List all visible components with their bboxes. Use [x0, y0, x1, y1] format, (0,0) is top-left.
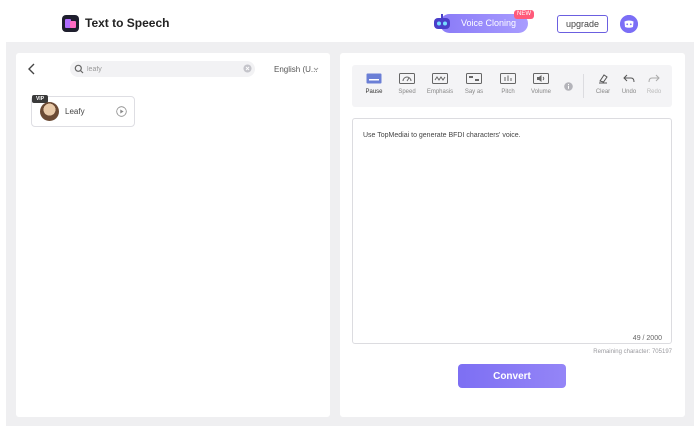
say-as-tool[interactable]: Say as [459, 73, 489, 95]
discord-icon[interactable] [620, 15, 638, 33]
app-title: Text to Speech [85, 16, 170, 30]
redo-icon [648, 74, 660, 83]
character-count: 49 / 2000 [632, 335, 662, 342]
pause-icon [366, 73, 382, 84]
emphasis-label: Emphasis [426, 89, 454, 95]
back-arrow-icon[interactable] [27, 63, 37, 75]
avatar [40, 102, 59, 121]
clear-search-icon[interactable] [243, 64, 252, 73]
remaining-characters: Remaining character: 705197 [593, 349, 672, 355]
say-as-icon [466, 73, 482, 84]
pause-tool[interactable]: Pause [359, 73, 389, 95]
language-select[interactable]: English (U... [274, 65, 318, 74]
search-icon [74, 64, 84, 74]
info-icon[interactable] [564, 82, 573, 91]
toolbar-divider [583, 74, 584, 98]
new-badge: NEW [514, 10, 534, 19]
emphasis-tool[interactable]: Emphasis [425, 73, 455, 95]
undo-icon [623, 74, 635, 83]
search-input[interactable] [87, 62, 237, 76]
pause-label: Pause [365, 89, 383, 95]
redo-tool[interactable]: Redo [639, 73, 669, 95]
volume-tool[interactable]: Volume [526, 73, 556, 95]
pitch-label: Pitch [501, 89, 515, 95]
speed-label: Speed [398, 89, 416, 95]
editor-text: Use TopMediai to generate BFDI character… [363, 132, 521, 139]
say-as-label: Say as [464, 89, 484, 95]
play-icon[interactable] [116, 106, 127, 117]
pitch-icon [500, 73, 516, 84]
volume-label: Volume [530, 89, 551, 95]
text-editor[interactable] [352, 118, 672, 344]
eraser-icon [599, 74, 608, 84]
robot-icon [434, 14, 450, 29]
chevron-down-icon [313, 67, 319, 71]
app-logo-icon [62, 15, 79, 32]
convert-button[interactable]: Convert [458, 364, 566, 388]
speed-icon [399, 73, 415, 84]
emphasis-icon [432, 73, 448, 84]
speed-tool[interactable]: Speed [392, 73, 422, 95]
voice-name: Leafy [65, 107, 85, 116]
upgrade-button[interactable]: upgrade [557, 15, 608, 33]
pitch-tool[interactable]: Pitch [493, 73, 523, 95]
redo-label: Redo [646, 89, 662, 95]
voice-cloning-label: Voice Cloning [461, 18, 517, 28]
volume-icon [533, 73, 549, 84]
